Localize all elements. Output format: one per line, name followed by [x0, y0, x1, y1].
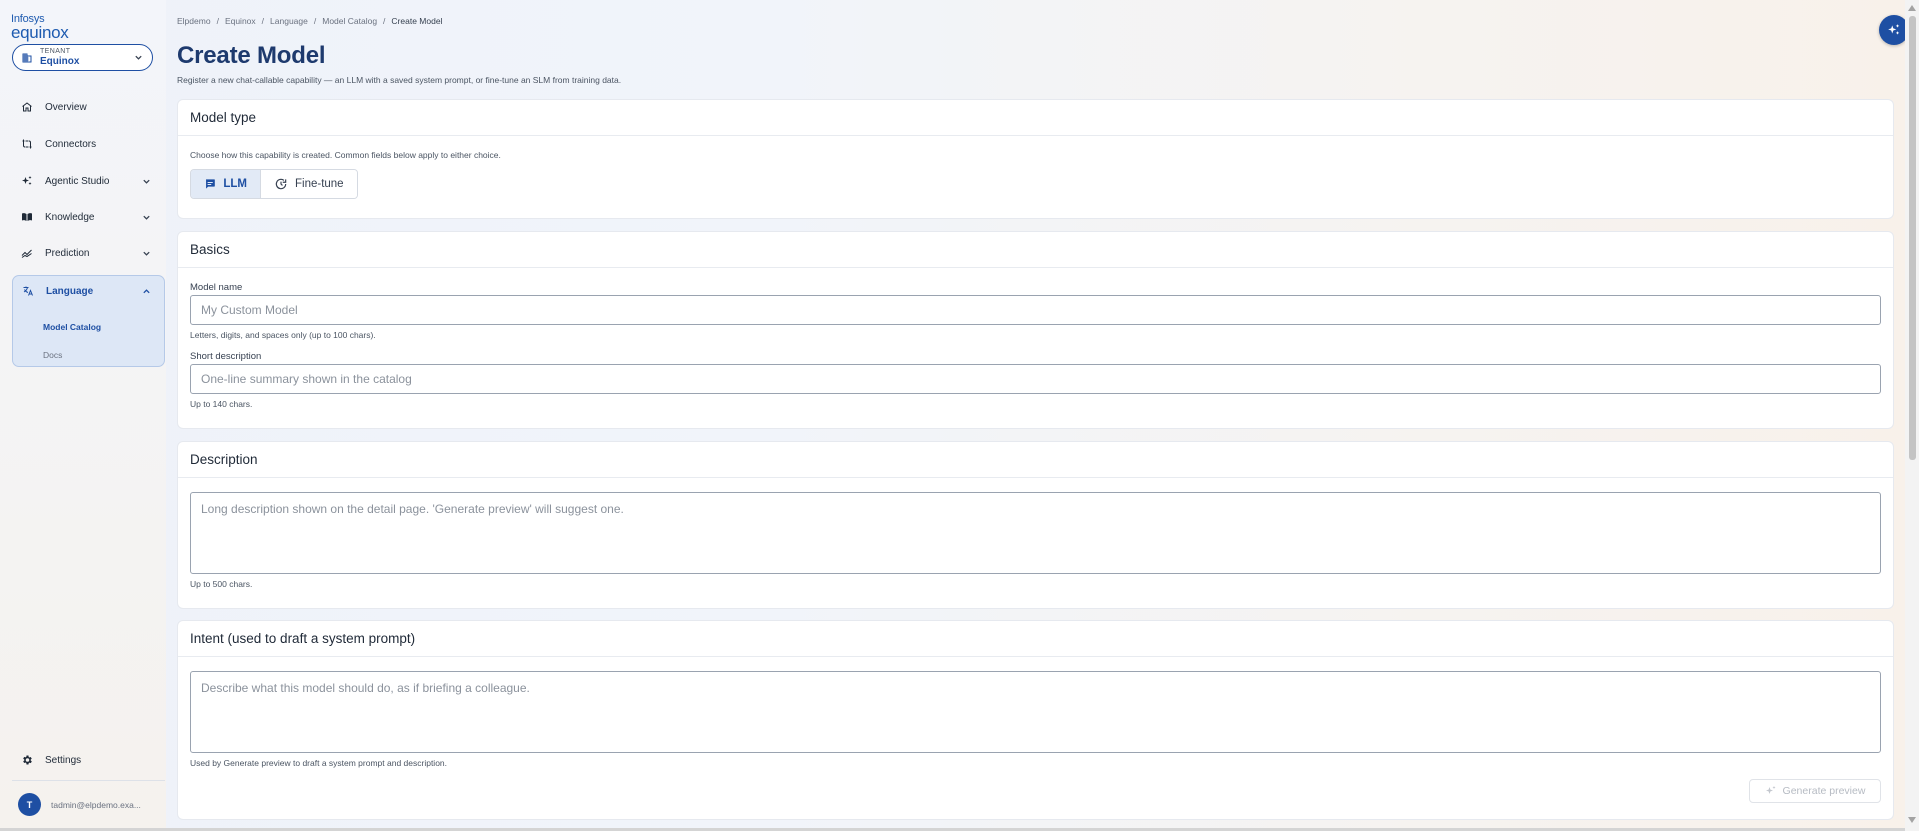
sparkles-icon — [1765, 786, 1776, 794]
model-type-llm-option[interactable]: LLM — [191, 170, 261, 198]
model-name-label: Model name — [190, 282, 243, 293]
breadcrumb-separator: / — [383, 16, 386, 26]
sidebar-group-language: Language Model Catalog Docs — [12, 275, 165, 367]
breadcrumb-model-catalog[interactable]: Model Catalog — [322, 16, 377, 26]
scroll-up-arrow[interactable] — [1908, 5, 1916, 11]
chevron-up-icon — [143, 289, 150, 294]
avatar: T — [18, 793, 41, 816]
sidebar-item-label: Overview — [45, 101, 87, 113]
model-type-finetune-option[interactable]: Fine-tune — [261, 170, 357, 198]
generate-preview-button[interactable]: Generate preview — [1749, 779, 1881, 803]
card-title: Intent (used to draft a system prompt) — [178, 621, 1893, 657]
card-title: Description — [178, 442, 1893, 478]
logo-line-2: equinox — [11, 23, 69, 42]
intent-textarea[interactable] — [190, 671, 1881, 753]
short-description-input[interactable] — [190, 364, 1881, 394]
tenant-name: Equinox — [40, 56, 80, 67]
sidebar-item-overview[interactable]: Overview — [12, 94, 164, 120]
basics-card: Basics Model name Letters, digits, and s… — [177, 231, 1894, 429]
description-hint: Up to 500 chars. — [190, 579, 253, 589]
sidebar-item-label: Knowledge — [45, 211, 95, 223]
sidebar-item-label: Settings — [45, 754, 82, 766]
sidebar-item-settings[interactable]: Settings — [12, 747, 164, 773]
card-title: Model type — [178, 100, 1893, 136]
option-label: LLM — [223, 178, 247, 190]
sparkles-icon — [1888, 24, 1900, 35]
chart-line-icon — [21, 249, 32, 258]
breadcrumb-elpdemo[interactable]: Elpdemo — [177, 16, 211, 26]
chevron-down-icon — [143, 215, 150, 220]
scroll-thumb[interactable] — [1909, 16, 1916, 460]
chevron-down-icon — [143, 251, 150, 256]
sidebar-subitem-model-catalog[interactable]: Model Catalog — [43, 322, 101, 332]
breadcrumb-separator: / — [313, 16, 317, 26]
sidebar-item-label: Prediction — [45, 247, 90, 259]
gear-icon — [23, 755, 32, 765]
translate-icon — [23, 286, 33, 296]
scroll-down-arrow[interactable] — [1908, 817, 1916, 823]
sidebar-item-language[interactable]: Language — [13, 278, 164, 304]
breadcrumb-current: Create Model — [391, 16, 443, 26]
description-textarea[interactable] — [190, 492, 1881, 574]
chevron-down-icon — [143, 179, 150, 184]
user-email: tadmin@elpdemo.exa... — [51, 799, 141, 810]
short-description-label: Short description — [190, 351, 262, 362]
page-title: Create Model — [177, 42, 326, 69]
page-subtitle: Register a new chat-callable capability … — [177, 75, 622, 85]
sidebar-item-agentic-studio[interactable]: Agentic Studio — [12, 168, 164, 194]
sidebar-divider — [12, 780, 165, 781]
tenant-selector[interactable]: TENANT Equinox — [12, 44, 153, 71]
sidebar-item-prediction[interactable]: Prediction — [12, 240, 164, 266]
breadcrumb-separator: / — [261, 16, 265, 26]
building-icon — [22, 53, 32, 62]
sidebar-item-connectors[interactable]: Connectors — [12, 131, 164, 157]
chevron-down-icon — [135, 55, 142, 60]
sidebar-item-label: Connectors — [45, 138, 97, 150]
infosys-equinox-logo[interactable]: Infosys equinox — [11, 14, 69, 42]
tenant-caption: TENANT — [40, 48, 71, 55]
breadcrumb-equinox[interactable]: Equinox — [225, 16, 256, 26]
breadcrumb: Elpdemo / Equinox / Language / Model Cat… — [177, 16, 442, 26]
description-card: Description Up to 500 chars. — [177, 441, 1894, 609]
option-label: Fine-tune — [295, 178, 344, 190]
breadcrumb-language[interactable]: Language — [270, 16, 308, 26]
home-icon — [22, 102, 32, 112]
tune-cycle-icon — [275, 178, 287, 190]
model-type-card: Model type Choose how this capability is… — [177, 99, 1894, 219]
book-icon — [22, 213, 32, 221]
chat-icon — [205, 179, 215, 189]
vertical-scrollbar[interactable] — [1905, 0, 1919, 831]
short-description-hint: Up to 140 chars. — [190, 399, 253, 409]
model-name-hint: Letters, digits, and spaces only (up to … — [190, 330, 376, 340]
intent-hint: Used by Generate preview to draft a syst… — [190, 758, 448, 768]
generate-preview-label: Generate preview — [1782, 785, 1866, 797]
sidebar: Infosys equinox TENANT Equinox Overview … — [0, 0, 166, 831]
model-type-hint: Choose how this capability is created. C… — [190, 150, 501, 160]
sidebar-subitem-docs[interactable]: Docs — [43, 350, 62, 360]
user-profile[interactable]: T tadmin@elpdemo.exa... — [18, 793, 141, 816]
card-title: Basics — [178, 232, 1893, 268]
connectors-icon — [22, 139, 32, 149]
breadcrumb-separator: / — [216, 16, 219, 26]
sparkles-icon — [22, 176, 32, 185]
model-name-input[interactable] — [190, 295, 1881, 325]
sidebar-item-knowledge[interactable]: Knowledge — [12, 204, 164, 230]
sidebar-item-label: Language — [46, 285, 94, 297]
model-type-toggle: LLM Fine-tune — [190, 169, 358, 199]
sidebar-item-label: Agentic Studio — [45, 175, 110, 187]
intent-card: Intent (used to draft a system prompt) U… — [177, 620, 1894, 820]
